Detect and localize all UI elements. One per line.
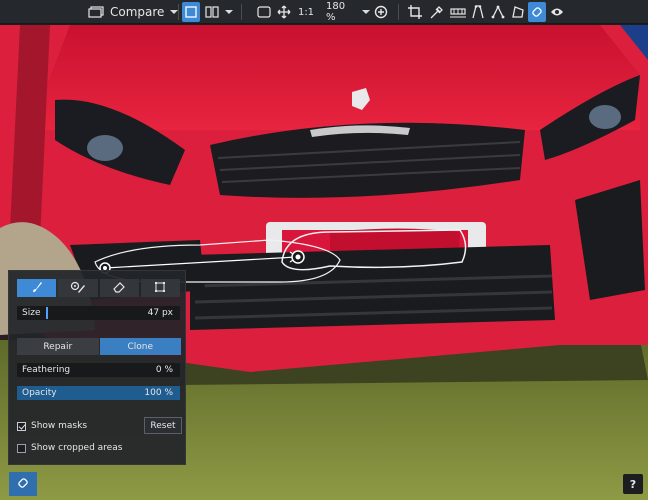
help-button[interactable]: ? (623, 474, 643, 494)
eraser-icon (113, 281, 125, 296)
show-masks-checkbox[interactable]: Show masks (17, 421, 87, 431)
clone-mode-button[interactable]: Clone (99, 338, 181, 355)
fit-screen-button[interactable] (255, 2, 273, 22)
selection-icon (154, 281, 166, 296)
eraser-tool-button[interactable] (99, 279, 139, 297)
feathering-slider[interactable]: Feathering 0 % (17, 363, 180, 377)
distortion-button[interactable] (489, 2, 507, 22)
size-slider-handle[interactable] (46, 307, 48, 319)
chevron-down-icon (362, 10, 370, 14)
perspective-button[interactable] (469, 2, 487, 22)
split-view-dropdown[interactable] (223, 2, 235, 22)
zoom-level-dropdown[interactable]: 180 % (318, 1, 370, 23)
top-toolbar: Compare 1:1 180 % (0, 0, 648, 24)
chevron-down-icon (225, 10, 233, 14)
feathering-label: Feathering (22, 365, 71, 375)
compare-label: Compare (110, 5, 165, 19)
spot-heal-tool-button[interactable] (58, 279, 98, 297)
toolbar-divider (178, 4, 179, 20)
retouch-tool-row (17, 279, 180, 297)
opacity-value: 100 % (144, 388, 173, 398)
mode-toggle: Repair Clone (17, 338, 181, 355)
size-slider[interactable]: Size 47 px (17, 306, 180, 320)
eyedropper-button[interactable] (428, 2, 446, 22)
pan-icon (277, 5, 291, 19)
eyedropper-icon (430, 5, 444, 19)
toolbar-divider (241, 4, 242, 20)
crop-button[interactable] (406, 2, 424, 22)
actual-size-button[interactable]: 1:1 (296, 2, 316, 22)
single-view-icon (185, 6, 197, 18)
toolbar-divider (398, 4, 399, 20)
retouch-button[interactable] (528, 2, 546, 22)
retouch-panel: Size 47 px Repair Clone Feathering 0 % O… (8, 270, 186, 465)
show-masks-label: Show masks (31, 421, 88, 431)
show-cropped-areas-checkbox[interactable]: Show cropped areas (17, 443, 122, 453)
size-label: Size (22, 308, 41, 318)
freeform-icon (511, 5, 525, 19)
fit-screen-icon (257, 6, 271, 18)
retouch-icon (530, 5, 544, 19)
split-view-button[interactable] (202, 2, 222, 22)
feathering-value: 0 % (155, 365, 173, 375)
show-masks-checkmark[interactable] (17, 421, 26, 431)
brush-tool-button[interactable] (17, 279, 57, 297)
preview-eye-icon (550, 7, 564, 17)
repair-mode-button[interactable]: Repair (17, 338, 99, 355)
show-cropped-checkbox-box[interactable] (17, 443, 26, 453)
split-view-icon (205, 6, 219, 18)
brush-icon (31, 281, 43, 296)
retouch-icon (16, 476, 30, 493)
compare-dropdown[interactable]: Compare (84, 2, 179, 22)
single-view-button[interactable] (182, 2, 200, 22)
selection-tool-button[interactable] (140, 279, 180, 297)
zoom-in-button[interactable] (372, 2, 390, 22)
show-cropped-label: Show cropped areas (31, 443, 123, 453)
size-value: 47 px (147, 308, 173, 318)
zoom-level-value: 180 % (326, 1, 346, 23)
horizon-button[interactable] (449, 2, 467, 22)
horizon-icon (450, 6, 466, 18)
spot-heal-icon (70, 281, 86, 296)
retouch-panel-toggle[interactable] (9, 472, 37, 496)
opacity-label: Opacity (22, 388, 57, 398)
compare-icon (88, 6, 104, 18)
freeform-button[interactable] (509, 2, 527, 22)
preview-toggle[interactable] (548, 2, 566, 22)
zoom-in-icon (374, 5, 388, 19)
distortion-icon (491, 5, 505, 19)
reset-button[interactable]: Reset (144, 417, 182, 434)
opacity-slider[interactable]: Opacity 100 % (17, 386, 180, 400)
pan-button[interactable] (276, 2, 292, 22)
crop-icon (408, 5, 422, 19)
perspective-icon (471, 5, 485, 19)
